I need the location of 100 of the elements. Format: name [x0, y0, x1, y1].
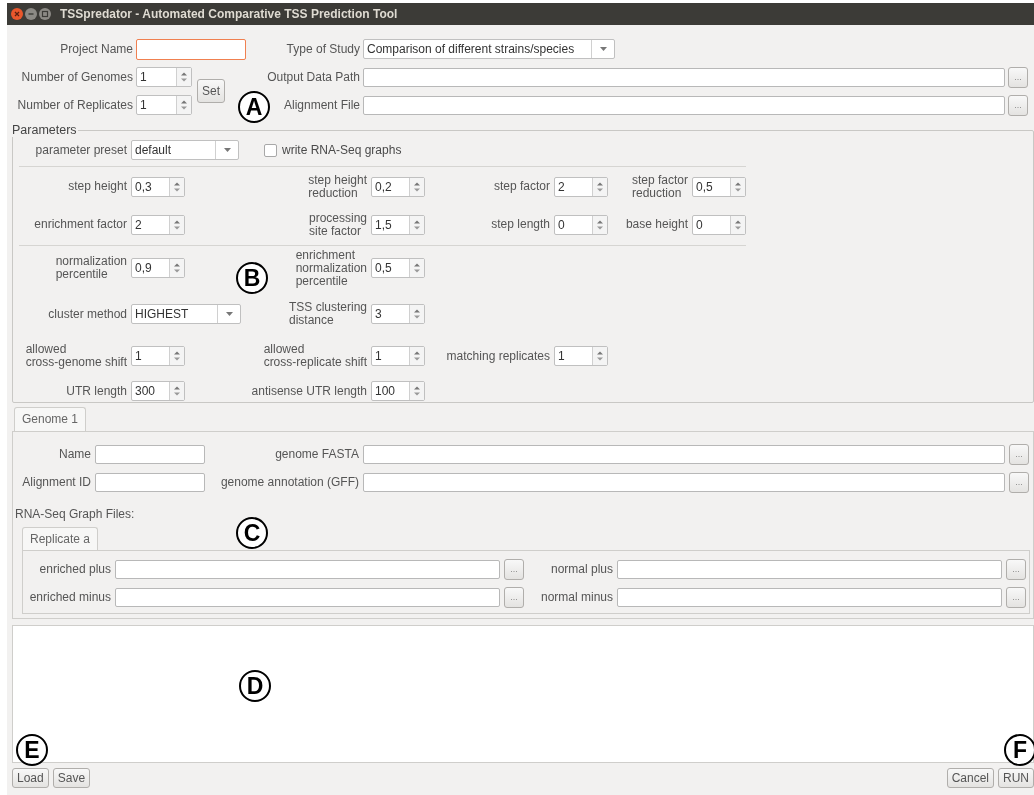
- text-field[interactable]: [95, 444, 205, 464]
- up-down-arrow-icon: [174, 263, 180, 273]
- field-label: Name: [59, 447, 91, 461]
- spin-box[interactable]: 0,5: [692, 176, 746, 197]
- spin-box[interactable]: 300: [131, 381, 185, 401]
- button[interactable]: Load: [12, 768, 49, 788]
- field-label: Output Data Path: [267, 70, 360, 84]
- callout-marker: A: [238, 91, 270, 123]
- text-field[interactable]: [617, 587, 1002, 607]
- maximize-icon: [39, 8, 51, 20]
- section-label: RNA-Seq Graph Files:: [15, 507, 136, 521]
- up-down-arrow-icon: [414, 351, 420, 361]
- text-field[interactable]: [617, 559, 1002, 579]
- caret-icon: [599, 47, 607, 51]
- caret-icon: [225, 312, 233, 316]
- field-label: base height: [625, 218, 688, 231]
- spin-box[interactable]: 0: [554, 214, 608, 235]
- field-label: step height: [68, 180, 127, 193]
- spin-box[interactable]: 2: [554, 176, 608, 197]
- text-field[interactable]: [363, 67, 1005, 87]
- up-down-arrow-icon: [174, 351, 180, 361]
- field-label: enrichment factor: [34, 218, 127, 231]
- field-label: matching replicates: [446, 349, 550, 363]
- field-label: genome annotation (GFF): [220, 475, 359, 489]
- caret-icon: [223, 148, 231, 152]
- field-label: step factor: [493, 180, 550, 193]
- dropdown[interactable]: default: [131, 140, 239, 160]
- checkbox[interactable]: [264, 143, 277, 157]
- up-down-arrow-icon: [181, 72, 187, 82]
- spin-box[interactable]: 1: [131, 346, 185, 366]
- spin-box[interactable]: 0,3: [131, 176, 185, 197]
- spin-box[interactable]: 0,9: [131, 258, 185, 278]
- button[interactable]: Save: [52, 768, 91, 788]
- tab[interactable]: Replicate a: [22, 527, 99, 550]
- up-down-arrow-icon: [735, 181, 741, 192]
- spin-box[interactable]: 1: [371, 346, 425, 366]
- field-label: Alignment ID: [22, 475, 91, 489]
- field-label: processing site factor: [308, 211, 367, 238]
- field-label: normal plus: [550, 562, 613, 576]
- spin-box[interactable]: 100: [371, 381, 425, 401]
- up-down-arrow-icon: [174, 181, 180, 192]
- minimize-icon: [25, 8, 37, 20]
- field-label: cluster method: [48, 307, 127, 321]
- spin-box[interactable]: 1: [554, 346, 608, 366]
- text-field[interactable]: [136, 38, 246, 60]
- field-label: UTR length: [66, 384, 127, 398]
- checkbox-label: write RNA-Seq graphs: [282, 143, 402, 157]
- field-label: antisense UTR length: [251, 384, 367, 398]
- up-down-arrow-icon: [414, 386, 420, 396]
- button[interactable]: Cancel: [946, 768, 994, 788]
- field-label: normalization percentile: [55, 255, 127, 281]
- dropdown[interactable]: Comparison of different strains/species: [363, 39, 615, 59]
- spin-box[interactable]: 0,5: [371, 258, 425, 278]
- up-down-arrow-icon: [181, 100, 187, 110]
- callout-marker: C: [236, 517, 268, 549]
- up-down-arrow-icon: [597, 351, 603, 361]
- text-field[interactable]: [363, 472, 1005, 492]
- up-down-arrow-icon: [597, 181, 603, 192]
- field-label: parameter preset: [34, 143, 128, 157]
- field-label: Project Name: [60, 42, 133, 56]
- spin-box[interactable]: 1,5: [371, 214, 425, 235]
- text-field[interactable]: [115, 587, 500, 607]
- close-icon: [11, 8, 23, 20]
- text-field[interactable]: [363, 95, 1005, 115]
- spin-box[interactable]: 0: [692, 214, 746, 235]
- button[interactable]: RUN: [998, 768, 1034, 788]
- group-title: Parameters: [11, 123, 78, 137]
- field-label: step height reduction: [308, 173, 367, 200]
- spin-box[interactable]: 3: [371, 304, 425, 324]
- callout-marker: B: [236, 262, 268, 294]
- field-label: normal minus: [540, 590, 613, 604]
- up-down-arrow-icon: [414, 181, 420, 192]
- up-down-arrow-icon: [597, 219, 603, 230]
- field-label: Number of Genomes: [21, 70, 133, 84]
- spin-box[interactable]: 0,2: [371, 176, 425, 197]
- spin-box[interactable]: 2: [131, 214, 185, 235]
- up-down-arrow-icon: [174, 219, 180, 230]
- field-label: enriched plus: [39, 562, 111, 576]
- spin-box[interactable]: 1: [136, 67, 192, 87]
- up-down-arrow-icon: [174, 386, 180, 396]
- set-button[interactable]: Set: [197, 79, 225, 103]
- text-field[interactable]: [115, 559, 500, 579]
- field-label: enrichment normalization percentile: [295, 248, 367, 288]
- field-label: TSS clustering distance: [288, 301, 367, 327]
- field-label: genome FASTA: [275, 447, 359, 461]
- up-down-arrow-icon: [414, 263, 420, 273]
- text-field[interactable]: [95, 472, 205, 492]
- field-label: step factor reduction: [631, 173, 688, 200]
- up-down-arrow-icon: [735, 219, 741, 230]
- dropdown[interactable]: HIGHEST: [131, 304, 241, 324]
- field-label: enriched minus: [29, 590, 111, 604]
- tab[interactable]: Genome 1: [14, 407, 87, 431]
- window-title: TSSpredator - Automated Comparative TSS Prediction Tool: [60, 7, 398, 21]
- text-field[interactable]: [363, 444, 1005, 464]
- field-label: allowed cross-replicate shift: [263, 343, 367, 369]
- field-label: step length: [491, 218, 550, 231]
- field-label: Number of Replicates: [17, 98, 133, 112]
- up-down-arrow-icon: [414, 309, 420, 319]
- up-down-arrow-icon: [414, 219, 420, 230]
- spin-box[interactable]: 1: [136, 95, 192, 115]
